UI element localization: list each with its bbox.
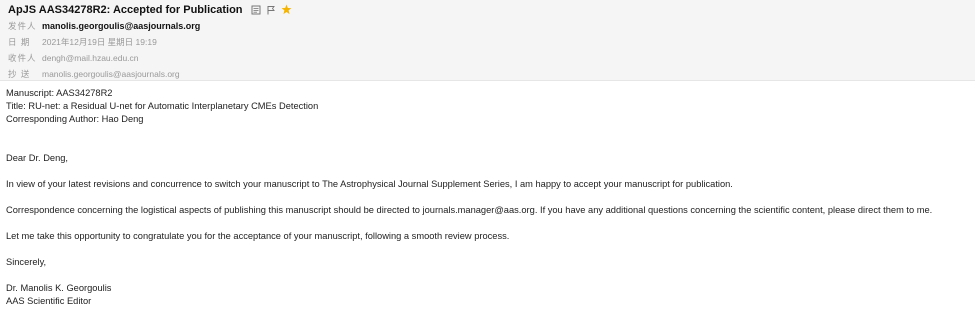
cc-address[interactable]: manolis.georgoulis@aasjournals.org	[42, 69, 180, 79]
email-header: ApJS AAS34278R2: Accepted for Publicatio…	[0, 0, 975, 81]
to-address[interactable]: dengh@mail.hzau.edu.cn	[42, 53, 139, 63]
greeting: Dear Dr. Deng,	[6, 153, 69, 163]
email-subject: ApJS AAS34278R2: Accepted for Publicatio…	[8, 3, 243, 16]
signature-name: Dr. Manolis K. Georgoulis	[6, 283, 112, 293]
subject-icons	[251, 4, 292, 15]
subject-row: ApJS AAS34278R2: Accepted for Publicatio…	[8, 0, 967, 18]
date-value: 2021年12月19日 星期日 19:19	[42, 37, 157, 47]
to-row: 收件人 dengh@mail.hzau.edu.cn	[8, 50, 967, 66]
cc-label: 抄 送	[8, 69, 31, 79]
mail-detail-icon[interactable]	[251, 4, 262, 15]
from-row: 发件人 manolis.georgoulis@aasjournals.org	[8, 18, 967, 34]
from-address[interactable]: manolis.georgoulis@aasjournals.org	[42, 21, 200, 31]
flag-icon[interactable]	[266, 4, 277, 15]
date-row: 日 期 2021年12月19日 星期日 19:19	[8, 34, 967, 50]
paragraph-congratulation: Let me take this opportunity to congratu…	[6, 231, 510, 241]
date-label: 日 期	[8, 37, 31, 47]
paragraph-acceptance: In view of your latest revisions and con…	[6, 179, 733, 189]
to-label: 收件人	[8, 53, 37, 63]
closing: Sincerely,	[6, 257, 47, 267]
manuscript-id: Manuscript: AAS34278R2	[6, 88, 113, 98]
signature-title: AAS Scientific Editor	[6, 296, 92, 306]
from-label: 发件人	[8, 21, 37, 31]
paragraph-correspondence: Correspondence concerning the logistical…	[6, 205, 933, 215]
manuscript-title: Title: RU-net: a Residual U-net for Auto…	[6, 101, 319, 111]
star-icon[interactable]	[281, 4, 292, 15]
corresponding-author: Corresponding Author: Hao Deng	[6, 114, 144, 124]
cc-row: 抄 送 manolis.georgoulis@aasjournals.org	[8, 66, 967, 82]
email-body: Manuscript: AAS34278R2 Title: RU-net: a …	[0, 81, 975, 308]
